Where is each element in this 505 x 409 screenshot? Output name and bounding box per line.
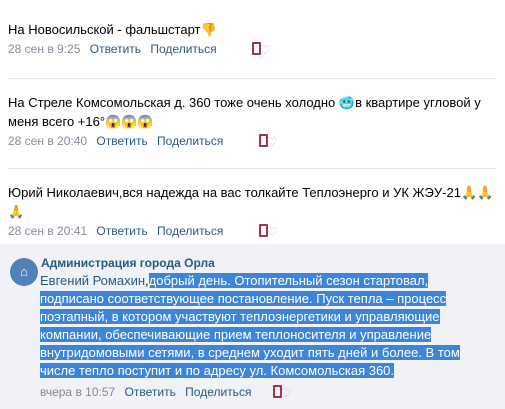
organization-avatar-icon[interactable]: ⌂ [10,258,38,286]
divider [8,168,497,169]
divider [8,78,497,79]
comment-meta: 28 сен в 9:25 Ответить Поделиться ♡ [8,41,497,57]
comment-meta: 28 сен в 20:40 Ответить Поделиться ♡ [8,133,497,149]
like-heart-icon[interactable]: ♡ [257,133,279,149]
reply-mention[interactable]: Евгений Ромахин [40,273,145,288]
reply-link[interactable]: Ответить [96,224,147,238]
reply-body: добрый день. Отопительный сезон стартова… [40,273,460,378]
reply-link[interactable]: Ответить [96,134,147,148]
comment-text: Юрий Николаевич,вся надежда на вас толка… [8,185,461,200]
comment-time[interactable]: 28 сен в 20:41 [8,224,87,238]
share-link[interactable]: Поделиться [157,224,223,238]
comment-1: На Новосильской - фальшстарт👎 28 сен в 9… [8,20,497,57]
share-link[interactable]: Поделиться [157,134,223,148]
comment-meta: 28 сен в 20:41 Ответить Поделиться ♡ [8,223,497,239]
comment-time[interactable]: 28 сен в 9:25 [8,42,80,56]
comment-3: Юрий Николаевич,вся надежда на вас толка… [8,183,497,239]
like-heart-icon[interactable]: ♡ [257,223,279,239]
reply-author[interactable]: Администрация города Орла [41,256,215,270]
thumbs-down-emoji: 👎 [200,22,217,37]
cold-face-emoji: 🥶 [338,95,356,110]
reply-meta: вчера в 10:57 Ответить Поделиться ♡ [40,384,293,400]
comment-time[interactable]: 28 сен в 20:40 [8,134,87,148]
like-heart-icon[interactable]: ♡ [250,41,272,57]
comment-text: На Новосильской - фальшстарт [8,22,201,37]
scream-emoji: 😱😱😱 [105,114,154,129]
share-link[interactable]: Поделиться [185,385,251,399]
share-link[interactable]: Поделиться [150,42,216,56]
reply-time[interactable]: вчера в 10:57 [40,385,115,399]
reply-link[interactable]: Ответить [90,42,141,56]
reply-text: Евгений Ромахин,добрый день. Отопительны… [40,273,460,378]
like-heart-icon[interactable]: ♡ [271,384,293,400]
reply-link[interactable]: Ответить [125,385,176,399]
comment-text: На Стреле Комсомольская д. 360 тоже очен… [8,95,336,110]
comment-2: На Стреле Комсомольская д. 360 тоже очен… [8,93,497,149]
